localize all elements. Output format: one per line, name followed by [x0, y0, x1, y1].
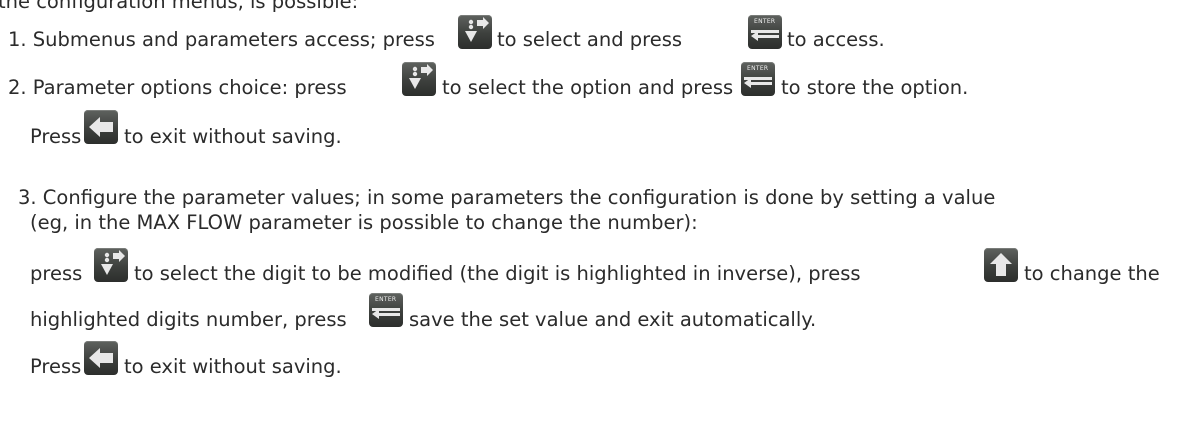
item3-press-2: to select the digit to be modified (the …	[134, 262, 861, 285]
item3-line2: (eg, in the MAX FLOW parameter is possib…	[30, 211, 698, 234]
enter-icon: ENTER	[741, 62, 775, 96]
item2-text-a: 2. Parameter options choice: press	[8, 76, 347, 99]
back-arrow-icon	[84, 341, 118, 375]
item3-highlight-2: save the set value and exit automaticall…	[409, 308, 817, 331]
enter-icon: ENTER	[748, 15, 782, 49]
back-arrow-icon	[84, 110, 118, 144]
item3-exit-1: Press	[30, 355, 82, 378]
item3-exit-2: to exit without saving.	[124, 355, 342, 378]
intro-text: the configuration menus, is possible:	[0, 0, 359, 13]
select-arrows-icon	[458, 15, 492, 49]
item3-highlight-1: highlighted digits number, press	[30, 308, 347, 331]
enter-icon: ENTER	[369, 293, 403, 327]
item3-line1: 3. Configure the parameter values; in so…	[18, 186, 996, 209]
up-arrow-icon	[984, 248, 1018, 282]
item3-press-1: press	[30, 262, 83, 285]
select-arrows-icon	[402, 62, 436, 96]
select-arrows-icon	[94, 248, 128, 282]
item1-text-b: to select and press	[497, 28, 683, 51]
item2-text-e: to exit without saving.	[124, 125, 342, 148]
item2-text-b: to select the option and press	[442, 76, 734, 99]
item2-text-d: Press	[30, 125, 82, 148]
item3-press-3: to change the	[1024, 262, 1160, 285]
item1-text-c: to access.	[787, 28, 885, 51]
item2-text-c: to store the option.	[781, 76, 969, 99]
item1-text-a: 1. Submenus and parameters access; press	[8, 28, 435, 51]
